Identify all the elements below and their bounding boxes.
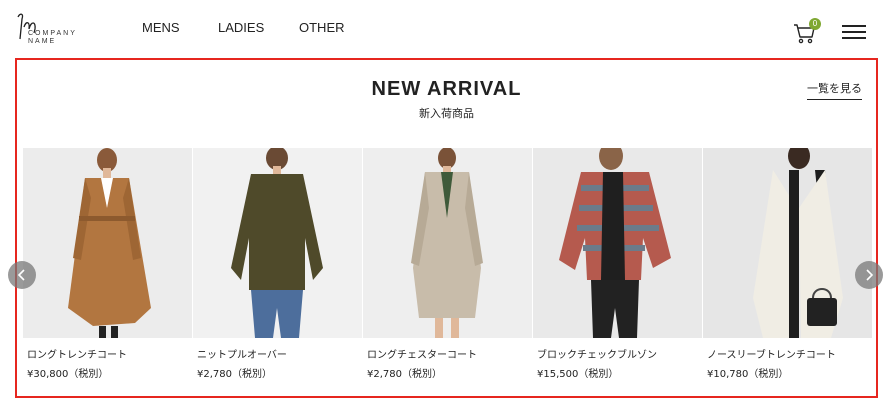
nav-other[interactable]: OTHER bbox=[299, 20, 345, 35]
product-price: ¥2,780（税別） bbox=[367, 369, 442, 380]
product-carousel: ロングトレンチコート ¥30,800（税別） ニットプルオーバー ¥2,780（… bbox=[23, 148, 872, 383]
menu-bar-icon bbox=[842, 25, 866, 27]
new-arrival-section: NEW ARRIVAL 新入荷商品 一覧を見る ロングトレンチコート ¥30,8… bbox=[15, 58, 878, 398]
menu-bar-icon bbox=[842, 37, 866, 39]
section-subtitle: 新入荷商品 bbox=[419, 107, 474, 120]
section-title: NEW ARRIVAL bbox=[371, 78, 522, 100]
cart-count-badge: 0 bbox=[809, 18, 821, 30]
product-image[interactable] bbox=[363, 148, 532, 338]
product-card[interactable]: ロングトレンチコート ¥30,800（税別） bbox=[23, 148, 192, 383]
view-all-link[interactable]: 一覧を見る bbox=[807, 80, 862, 100]
product-price: ¥15,500（税別） bbox=[537, 369, 619, 380]
menu-bar-icon bbox=[842, 31, 866, 33]
product-price: ¥2,780（税別） bbox=[197, 369, 272, 380]
product-card[interactable]: ブロックチェックブルゾン ¥15,500（税別） bbox=[533, 148, 702, 383]
product-price: ¥10,780（税別） bbox=[707, 369, 789, 380]
knit-pullover-photo bbox=[193, 148, 362, 338]
cart-button[interactable]: 0 bbox=[793, 18, 823, 44]
product-image[interactable] bbox=[533, 148, 702, 338]
carousel-prev-button[interactable] bbox=[8, 261, 36, 289]
long-trench-coat-photo bbox=[23, 148, 192, 338]
product-card[interactable]: ノースリーブトレンチコート ¥10,780（税別） bbox=[703, 148, 872, 383]
product-card[interactable]: ロングチェスターコート ¥2,780（税別） bbox=[363, 148, 532, 383]
product-image[interactable] bbox=[703, 148, 872, 338]
chevron-right-icon bbox=[866, 269, 874, 281]
product-image[interactable] bbox=[193, 148, 362, 338]
product-card[interactable]: ニットプルオーバー ¥2,780（税別） bbox=[193, 148, 362, 383]
product-price: ¥30,800（税別） bbox=[27, 369, 109, 380]
carousel-next-button[interactable] bbox=[855, 261, 883, 289]
company-logo[interactable]: COMPANY NAME bbox=[14, 11, 94, 47]
logo-text-line-2: NAME bbox=[28, 38, 57, 45]
chevron-left-icon bbox=[17, 269, 25, 281]
product-name[interactable]: ブロックチェックブルゾン bbox=[537, 346, 657, 361]
product-name[interactable]: ニットプルオーバー bbox=[197, 346, 287, 361]
logo-wordmark: COMPANY NAME bbox=[28, 30, 77, 46]
product-name[interactable]: ノースリーブトレンチコート bbox=[707, 346, 836, 361]
logo-text-line-1: COMPANY bbox=[28, 30, 77, 37]
product-name[interactable]: ロングチェスターコート bbox=[367, 346, 477, 361]
product-name[interactable]: ロングトレンチコート bbox=[27, 346, 127, 361]
nav-ladies[interactable]: LADIES bbox=[218, 20, 264, 35]
hamburger-menu-button[interactable] bbox=[842, 25, 866, 39]
sleeveless-trench-coat-photo bbox=[703, 148, 872, 338]
block-check-blouson-photo bbox=[533, 148, 702, 338]
nav-mens[interactable]: MENS bbox=[142, 20, 180, 35]
product-image[interactable] bbox=[23, 148, 192, 338]
long-chester-coat-photo bbox=[363, 148, 532, 338]
